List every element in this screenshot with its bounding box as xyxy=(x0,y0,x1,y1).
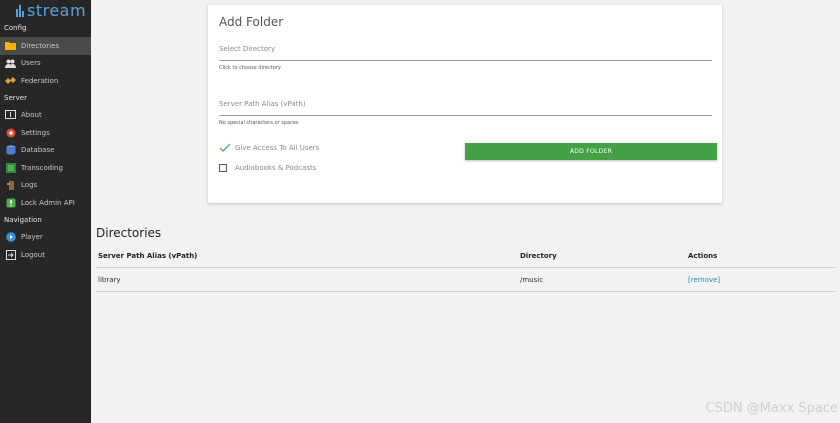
sidebar-item-users[interactable]: Users xyxy=(0,55,91,73)
select-directory-underline xyxy=(219,60,712,61)
logo-text: stream xyxy=(27,1,87,20)
logo-bars-icon xyxy=(16,5,25,17)
transcoding-icon xyxy=(5,162,16,173)
sidebar-item-directories[interactable]: Directories xyxy=(0,37,91,55)
checkbox-box xyxy=(219,164,227,172)
section-config: Config xyxy=(4,24,27,32)
play-icon xyxy=(5,232,16,243)
select-directory-hint: Click to choose directory xyxy=(219,65,281,71)
checkmark-icon xyxy=(219,143,231,152)
sidebar-item-label: Settings xyxy=(21,128,50,137)
table-row: library /music [remove] xyxy=(96,268,836,292)
sidebar-item-label: Logs xyxy=(21,181,38,190)
card-title: Add Folder xyxy=(219,15,284,29)
lock-icon xyxy=(5,198,16,208)
gear-icon xyxy=(5,128,16,138)
give-access-label: Give Access To All Users xyxy=(235,144,320,152)
logs-icon xyxy=(5,180,16,191)
sidebar-item-label: Database xyxy=(21,146,55,155)
sidebar-item-transcoding[interactable]: Transcoding xyxy=(0,159,91,177)
app-logo[interactable]: stream xyxy=(0,0,91,20)
users-icon xyxy=(5,58,16,68)
sidebar-item-label: Federation xyxy=(21,76,59,85)
row-directory: /music xyxy=(520,276,544,284)
audiobooks-checkbox[interactable]: Audiobooks & Podcasts xyxy=(219,164,316,172)
header-directory: Directory xyxy=(520,252,557,260)
sidebar-item-label: Users xyxy=(21,59,41,68)
sidebar-item-label: Directories xyxy=(21,41,60,50)
sidebar-item-database[interactable]: Database xyxy=(0,142,91,160)
section-server: Server xyxy=(4,93,27,102)
add-folder-card: Add Folder Select Directory Click to cho… xyxy=(208,5,722,203)
add-folder-button[interactable]: ADD FOLDER xyxy=(465,143,717,160)
directories-title: Directories xyxy=(96,226,162,240)
sidebar-item-about[interactable]: About xyxy=(0,107,91,125)
directories-table: Server Path Alias (vPath) Directory Acti… xyxy=(96,246,836,292)
select-directory-input[interactable]: Select Directory xyxy=(219,45,275,53)
watermark: CSDN @Maxx Space xyxy=(705,401,838,416)
header-vpath: Server Path Alias (vPath) xyxy=(98,252,198,260)
sidebar: stream Config Directories Users Federati… xyxy=(0,0,91,423)
sidebar-item-label: About xyxy=(21,111,42,120)
vpath-underline xyxy=(219,115,712,116)
sidebar-item-federation[interactable]: Federation xyxy=(0,72,91,90)
audiobooks-label: Audiobooks & Podcasts xyxy=(235,164,317,172)
vpath-hint: No special characters or spaces xyxy=(219,120,299,126)
sidebar-item-lock-admin-api[interactable]: Lock Admin API xyxy=(0,194,91,212)
row-vpath: library xyxy=(98,276,121,284)
remove-link[interactable]: [remove] xyxy=(688,276,720,284)
sidebar-item-label: Player xyxy=(21,233,43,242)
about-icon xyxy=(5,110,16,120)
header-actions: Actions xyxy=(688,252,718,260)
give-access-checkbox[interactable]: Give Access To All Users xyxy=(219,143,319,153)
sidebar-item-logout[interactable]: Logout xyxy=(0,246,91,264)
sidebar-item-player[interactable]: Player xyxy=(0,229,91,247)
sidebar-item-label: Transcoding xyxy=(21,163,63,172)
sidebar-item-label: Lock Admin API xyxy=(21,198,75,207)
logout-icon xyxy=(5,249,16,260)
sidebar-item-settings[interactable]: Settings xyxy=(0,124,91,142)
vpath-input[interactable]: Server Path Alias (vPath) xyxy=(219,100,306,108)
database-icon xyxy=(5,145,16,155)
sidebar-item-logs[interactable]: Logs xyxy=(0,177,91,195)
sidebar-item-label: Logout xyxy=(21,250,45,259)
table-header: Server Path Alias (vPath) Directory Acti… xyxy=(96,246,836,268)
federation-icon xyxy=(5,76,16,86)
section-navigation: Navigation xyxy=(4,215,42,224)
folder-icon xyxy=(5,41,16,51)
